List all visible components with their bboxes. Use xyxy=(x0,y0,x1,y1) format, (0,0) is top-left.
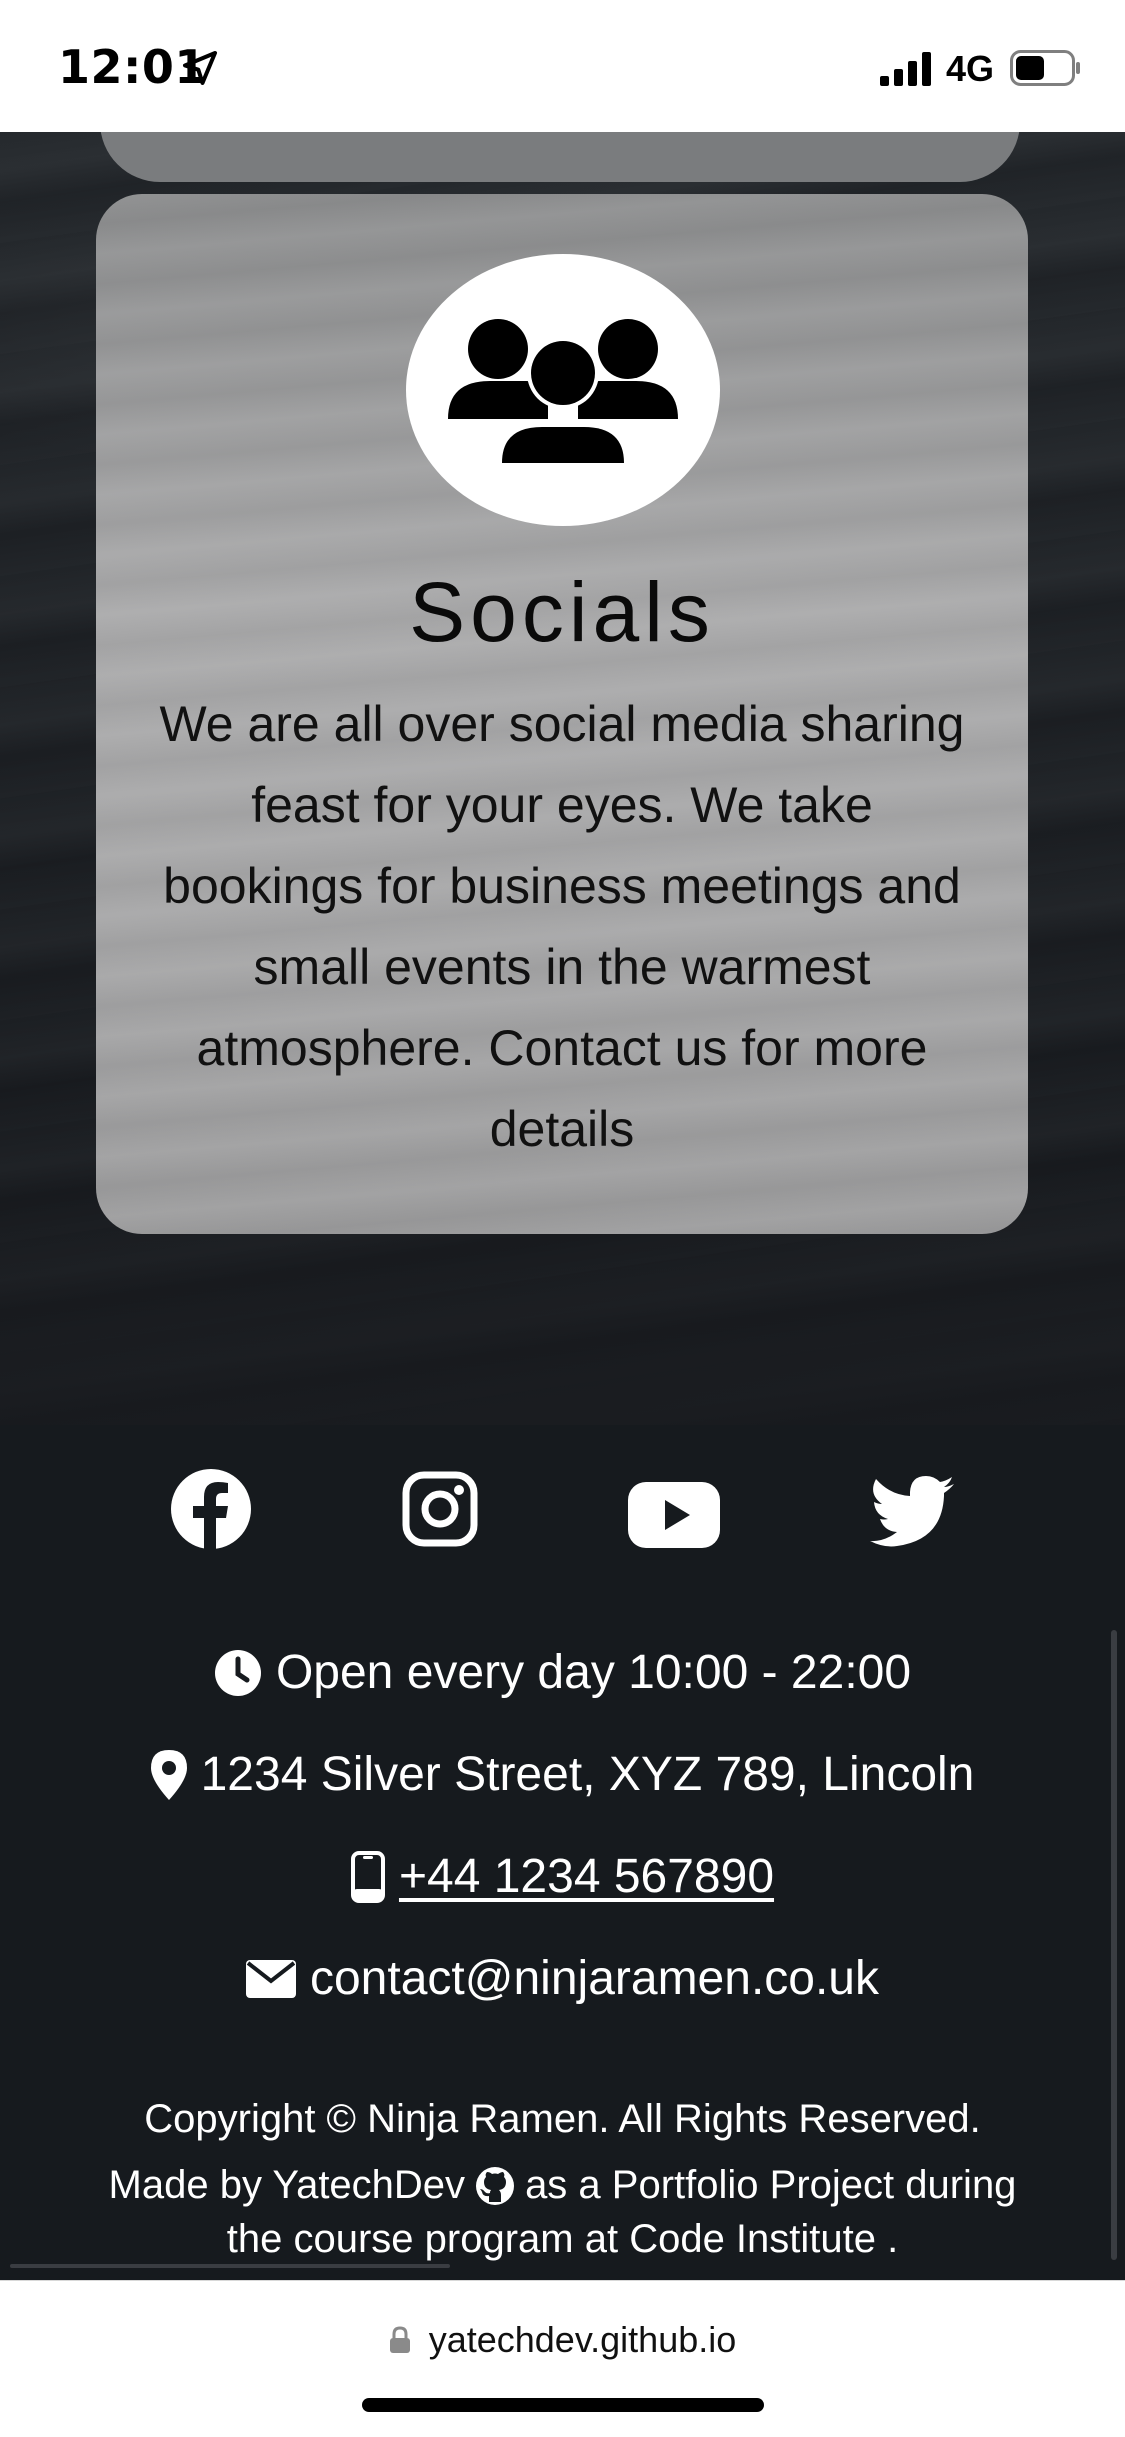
email: contact@ninjaramen.co.uk xyxy=(0,1951,1125,2006)
lock-icon xyxy=(389,2326,410,2353)
browser-url-bar: yatechdev.github.io xyxy=(0,2280,1125,2437)
made-by-suffix: as a Portfolio Project during xyxy=(525,2163,1017,2207)
scrollbar[interactable] xyxy=(1111,1630,1117,2260)
card-description: We are all over social media sharing fea… xyxy=(159,696,965,1157)
home-indicator[interactable] xyxy=(362,2398,764,2412)
youtube-icon[interactable] xyxy=(628,1471,720,1559)
email-text: contact@ninjaramen.co.uk xyxy=(309,1952,879,2005)
socials-card: Socials We are all over social media sha… xyxy=(96,194,1028,1234)
map-marker-icon xyxy=(150,1749,187,1800)
battery-icon xyxy=(1010,50,1080,86)
instagram-icon[interactable] xyxy=(402,1465,478,1553)
github-icon[interactable] xyxy=(475,2166,515,2206)
url-text: yatechdev.github.io xyxy=(428,2319,737,2360)
opening-hours: Open every day 10:00 - 22:00 xyxy=(0,1645,1125,1700)
users-group-icon xyxy=(448,319,678,465)
mobile-phone-icon xyxy=(350,1850,385,1903)
network-type: 4G xyxy=(946,48,995,89)
status-bar: 12:01 4G xyxy=(0,0,1125,132)
horizontal-scrollbar[interactable] xyxy=(10,2264,450,2268)
address-text: 1234 Silver Street, XYZ 789, Lincoln xyxy=(200,1748,975,1801)
hero-section: Socials We are all over social media sha… xyxy=(0,132,1125,1425)
signal-icon xyxy=(880,52,931,86)
clock-icon xyxy=(214,1649,261,1696)
phone[interactable]: +44 1234 567890 xyxy=(0,1849,1125,1904)
made-by-prefix: Made by YatechDev xyxy=(108,2163,466,2207)
twitter-icon[interactable] xyxy=(870,1467,954,1555)
card-title: Socials xyxy=(409,565,715,659)
address: 1234 Silver Street, XYZ 789, Lincoln xyxy=(0,1747,1125,1802)
footer: Open every day 10:00 - 22:00 1234 Silver… xyxy=(0,1425,1125,2280)
socials-icon-circle xyxy=(406,254,720,526)
previous-card xyxy=(100,132,1020,182)
copyright-text: Copyright © Ninja Ramen. All Rights Rese… xyxy=(144,2097,981,2141)
hours-text: Open every day 10:00 - 22:00 xyxy=(275,1646,912,1699)
phone-link[interactable]: +44 1234 567890 xyxy=(399,1849,774,1904)
envelope-icon xyxy=(245,1959,296,1998)
made-by: Made by YatechDev as a Portfolio Project… xyxy=(0,2163,1125,2208)
address-bar[interactable]: yatechdev.github.io xyxy=(0,2319,1125,2361)
location-arrow-icon xyxy=(183,51,217,85)
facebook-icon[interactable] xyxy=(170,1465,252,1553)
made-by-line2: the course program at Code Institute . xyxy=(226,2217,899,2261)
social-links xyxy=(0,1465,1125,1565)
